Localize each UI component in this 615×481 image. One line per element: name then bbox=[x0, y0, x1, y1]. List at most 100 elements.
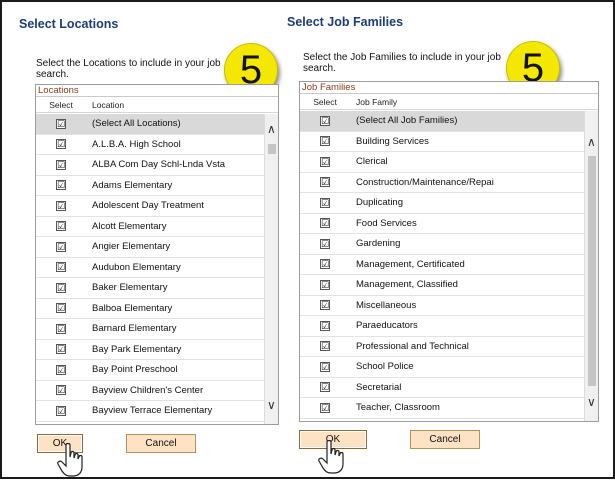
list-item[interactable]: ☑ Bayview Children's Center bbox=[36, 381, 264, 401]
item-label: Bay Point Preschool bbox=[92, 364, 178, 376]
select-cell: ☑ bbox=[300, 259, 350, 270]
scroll-thumb[interactable] bbox=[588, 156, 596, 386]
checkbox[interactable]: ☑ bbox=[320, 259, 330, 270]
hand-pointer-icon bbox=[57, 443, 83, 477]
item-label: Food Services bbox=[356, 217, 417, 229]
list-item[interactable]: ☑ Teacher, Classroom bbox=[300, 398, 584, 419]
item-label: Gardening bbox=[356, 238, 401, 250]
list-item[interactable]: ☑ ALBA Com Day Schl-Lnda Vsta bbox=[36, 155, 264, 176]
checkbox[interactable]: ☑ bbox=[320, 361, 330, 372]
list-item[interactable]: ☑ (Select All Locations) bbox=[36, 114, 264, 135]
list-item[interactable]: ☑ Bay Point Preschool bbox=[36, 360, 264, 381]
checkbox[interactable]: ☑ bbox=[56, 221, 66, 232]
locations-scrollbar[interactable]: ∧ ∨ bbox=[264, 114, 278, 424]
checkbox[interactable]: ☑ bbox=[56, 303, 66, 314]
list-item[interactable]: ☑ Bayview Terrace Elementary bbox=[36, 401, 264, 422]
list-item[interactable]: ☑ Bay Park Elementary bbox=[36, 340, 264, 360]
checkbox[interactable]: ☑ bbox=[320, 156, 330, 167]
select-cell: ☑ bbox=[36, 405, 86, 416]
checkbox[interactable]: ☑ bbox=[56, 159, 66, 170]
item-label: (Select All Locations) bbox=[92, 118, 181, 130]
checkbox[interactable]: ☑ bbox=[56, 262, 66, 273]
scroll-up-icon[interactable]: ∧ bbox=[267, 122, 276, 136]
list-item[interactable]: ☑ Food Services bbox=[300, 214, 584, 234]
list-item[interactable]: ☑ School Police bbox=[300, 357, 584, 378]
list-item[interactable]: ☑ Gardening bbox=[300, 234, 584, 255]
select-cell: ☑ bbox=[300, 382, 350, 393]
checkbox[interactable]: ☑ bbox=[320, 382, 330, 393]
checkbox[interactable]: ☑ bbox=[56, 200, 66, 211]
list-item[interactable]: ☑ Adolescent Day Treatment bbox=[36, 196, 264, 217]
checkbox[interactable]: ☑ bbox=[56, 118, 66, 129]
scroll-down-icon[interactable]: ∨ bbox=[587, 395, 596, 409]
checkbox[interactable]: ☑ bbox=[56, 323, 66, 334]
list-item[interactable]: ☑ (Select All Job Families) bbox=[300, 111, 584, 132]
item-label: Secretarial bbox=[356, 381, 402, 393]
item-label: Management, Classified bbox=[356, 279, 458, 291]
list-item[interactable]: ☑ Alcott Elementary bbox=[36, 217, 264, 237]
select-cell: ☑ bbox=[300, 300, 350, 311]
locations-instructions-line2: search. bbox=[36, 69, 69, 80]
checkbox[interactable]: ☑ bbox=[320, 300, 330, 311]
list-item[interactable]: ☑ Clerical bbox=[300, 152, 584, 173]
checkbox[interactable]: ☑ bbox=[320, 341, 330, 352]
checkbox[interactable]: ☑ bbox=[320, 320, 330, 331]
checkbox[interactable]: ☑ bbox=[56, 241, 66, 252]
scroll-up-icon[interactable]: ∧ bbox=[587, 135, 596, 149]
checkbox[interactable]: ☑ bbox=[56, 180, 66, 191]
list-item[interactable]: ☑ Paraeducators bbox=[300, 316, 584, 337]
list-item[interactable]: ☑ Balboa Elementary bbox=[36, 299, 264, 319]
list-item[interactable]: ☑ Management, Certificated bbox=[300, 255, 584, 275]
list-item[interactable]: ☑ Audubon Elementary bbox=[36, 258, 264, 278]
checkbox[interactable]: ☑ bbox=[320, 238, 330, 249]
list-item[interactable]: ☑ Miscellaneous bbox=[300, 296, 584, 316]
list-item[interactable]: ☑ A.L.B.A. High School bbox=[36, 135, 264, 155]
checkbox[interactable]: ☑ bbox=[56, 405, 66, 416]
item-label: A.L.B.A. High School bbox=[92, 138, 181, 150]
checkbox[interactable]: ☑ bbox=[320, 177, 330, 188]
item-label: Miscellaneous bbox=[356, 299, 417, 311]
list-item[interactable]: ☑ Angier Elementary bbox=[36, 237, 264, 258]
checkbox[interactable]: ☑ bbox=[56, 364, 66, 375]
scroll-down-icon[interactable]: ∨ bbox=[267, 398, 276, 412]
item-label: Clerical bbox=[356, 156, 388, 168]
select-cell: ☑ bbox=[300, 238, 350, 249]
job-families-cancel-button[interactable]: Cancel bbox=[410, 430, 480, 449]
list-item[interactable]: ☑ Adams Elementary bbox=[36, 176, 264, 196]
locations-grid: Locations Select Location ☑ (Select All L… bbox=[35, 84, 279, 425]
list-item[interactable]: ☑ Secretarial bbox=[300, 378, 584, 398]
job-families-grid: Job Families Select Job Family ☑ (Select … bbox=[299, 81, 599, 422]
list-item[interactable]: ☑ Management, Classified bbox=[300, 275, 584, 296]
checkbox[interactable]: ☑ bbox=[56, 344, 66, 355]
checkbox[interactable]: ☑ bbox=[56, 139, 66, 150]
item-label: School Police bbox=[356, 361, 414, 373]
checkbox[interactable]: ☑ bbox=[320, 136, 330, 147]
checkbox[interactable]: ☑ bbox=[56, 282, 66, 293]
checkbox[interactable]: ☑ bbox=[320, 218, 330, 229]
list-item[interactable]: ☑ Barnard Elementary bbox=[36, 319, 264, 340]
job-family-column-header: Job Family bbox=[356, 97, 398, 107]
checkbox[interactable]: ☑ bbox=[320, 279, 330, 290]
list-item[interactable]: ☑ Construction/Maintenance/Repai bbox=[300, 173, 584, 193]
checkbox[interactable]: ☑ bbox=[320, 115, 330, 126]
checkbox[interactable]: ☑ bbox=[320, 402, 330, 413]
select-cell: ☑ bbox=[36, 118, 86, 129]
list-item[interactable]: ☑ Building Services bbox=[300, 132, 584, 152]
list-item[interactable]: ☑ Baker Elementary bbox=[36, 278, 264, 299]
select-cell: ☑ bbox=[36, 241, 86, 252]
scroll-thumb[interactable] bbox=[268, 144, 276, 154]
list-item[interactable]: ☑ Professional and Technical bbox=[300, 337, 584, 357]
select-cell: ☑ bbox=[36, 344, 86, 355]
select-cell: ☑ bbox=[300, 136, 350, 147]
select-cell: ☑ bbox=[300, 341, 350, 352]
item-label: (Select All Job Families) bbox=[356, 115, 458, 127]
select-cell: ☑ bbox=[300, 177, 350, 188]
checkbox[interactable]: ☑ bbox=[320, 197, 330, 208]
job-families-title: Select Job Families bbox=[287, 15, 404, 29]
job-families-scrollbar[interactable]: ∧ ∨ bbox=[584, 111, 598, 421]
list-item[interactable]: ☑ Duplicating bbox=[300, 193, 584, 214]
item-label: Adams Elementary bbox=[92, 179, 173, 191]
locations-cancel-button[interactable]: Cancel bbox=[126, 434, 196, 453]
checkbox[interactable]: ☑ bbox=[56, 385, 66, 396]
select-column-header: Select bbox=[313, 97, 337, 107]
